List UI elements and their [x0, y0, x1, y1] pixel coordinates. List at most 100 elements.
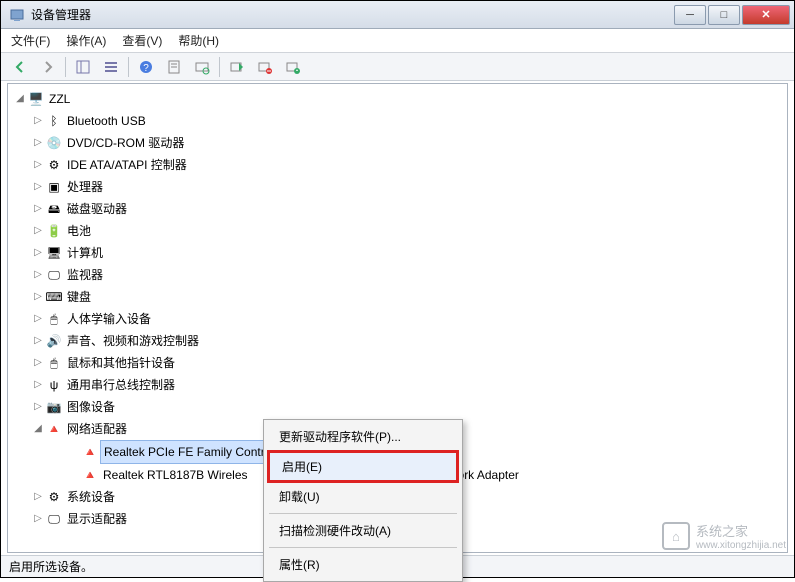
scan-button[interactable]	[191, 56, 213, 78]
expand-icon[interactable]: ▷	[32, 199, 44, 219]
category-label[interactable]: 图像设备	[64, 396, 118, 418]
tree-category[interactable]: ▷🖴磁盘驱动器	[32, 198, 785, 220]
toolbar-separator	[65, 57, 66, 77]
expand-icon[interactable]: ▷	[32, 331, 44, 351]
properties-button[interactable]	[163, 56, 185, 78]
menu-divider	[269, 513, 457, 514]
category-label[interactable]: 人体学输入设备	[64, 308, 154, 330]
category-label[interactable]: IDE ATA/ATAPI 控制器	[64, 154, 190, 176]
tree-category[interactable]: ▷⚙IDE ATA/ATAPI 控制器	[32, 154, 785, 176]
update-driver-button[interactable]	[282, 56, 304, 78]
expand-icon[interactable]: ▷	[32, 287, 44, 307]
collapse-icon[interactable]: ◢	[14, 89, 26, 109]
expand-icon[interactable]: ▷	[32, 487, 44, 507]
expand-icon[interactable]: ▷	[32, 177, 44, 197]
titlebar: 设备管理器 ─ □ ✕	[1, 1, 794, 29]
expand-icon[interactable]: ▷	[32, 133, 44, 153]
category-label[interactable]: 显示适配器	[64, 508, 130, 530]
tree-category[interactable]: ▷🖱鼠标和其他指针设备	[32, 352, 785, 374]
hid-icon: 🖱	[46, 311, 62, 327]
statusbar-text: 启用所选设备。	[9, 558, 93, 575]
category-label[interactable]: 计算机	[64, 242, 106, 264]
collapse-icon[interactable]: ◢	[32, 419, 44, 439]
device-label[interactable]: Realtek RTL8187B Wireles	[100, 464, 251, 486]
svg-text:?: ?	[143, 63, 149, 74]
tree-root[interactable]: ◢ 🖥️ ZZL	[14, 88, 785, 110]
minimize-button[interactable]: ─	[674, 5, 706, 25]
battery-icon: 🔋	[46, 223, 62, 239]
category-label[interactable]: 键盘	[64, 286, 94, 308]
tree-category[interactable]: ▷▣处理器	[32, 176, 785, 198]
expand-icon[interactable]: ▷	[32, 375, 44, 395]
mouse-icon: 🖱	[46, 355, 62, 371]
menu-uninstall[interactable]: 卸载(U)	[267, 483, 459, 510]
category-label[interactable]: 监视器	[64, 264, 106, 286]
category-label[interactable]: 鼠标和其他指针设备	[64, 352, 178, 374]
menu-help[interactable]: 帮助(H)	[178, 32, 219, 49]
help-button[interactable]: ?	[135, 56, 157, 78]
sound-icon: 🔊	[46, 333, 62, 349]
category-label[interactable]: 磁盘驱动器	[64, 198, 130, 220]
expand-icon[interactable]: ▷	[32, 353, 44, 373]
expand-icon[interactable]: ▷	[32, 155, 44, 175]
root-label[interactable]: ZZL	[46, 88, 73, 110]
tree-category[interactable]: ▷🔊声音、视频和游戏控制器	[32, 330, 785, 352]
computer-icon: 🖥️	[28, 91, 44, 107]
tree-category[interactable]: ▷📷图像设备	[32, 396, 785, 418]
tree-category[interactable]: ▷🔋电池	[32, 220, 785, 242]
close-button[interactable]: ✕	[742, 5, 790, 25]
menu-scan-hardware[interactable]: 扫描检测硬件改动(A)	[267, 517, 459, 544]
keyboard-icon: ⌨	[46, 289, 62, 305]
expand-icon[interactable]: ▷	[32, 111, 44, 131]
disk-icon: 🖴	[46, 201, 62, 217]
back-button[interactable]	[9, 56, 31, 78]
network-icon: 🔺	[46, 421, 62, 437]
tree-category[interactable]: ▷⌨键盘	[32, 286, 785, 308]
tree-category[interactable]: ▷🖥计算机	[32, 242, 785, 264]
expand-icon[interactable]: ▷	[32, 397, 44, 417]
window-controls: ─ □ ✕	[674, 5, 790, 25]
cpu-icon: ▣	[46, 179, 62, 195]
category-label[interactable]: Bluetooth USB	[64, 110, 149, 132]
menu-update-driver[interactable]: 更新驱动程序软件(P)...	[267, 423, 459, 450]
category-label[interactable]: 电池	[64, 220, 94, 242]
context-menu: 更新驱动程序软件(P)... 启用(E) 卸载(U) 扫描检测硬件改动(A) 属…	[263, 419, 463, 582]
menu-view[interactable]: 查看(V)	[122, 32, 162, 49]
tree-category[interactable]: ▷🖱人体学输入设备	[32, 308, 785, 330]
image-icon: 📷	[46, 399, 62, 415]
menu-divider	[269, 547, 457, 548]
view-list-button[interactable]	[100, 56, 122, 78]
expand-icon[interactable]: ▷	[32, 221, 44, 241]
device-label-suffix: ork Adapter	[455, 464, 522, 486]
expand-icon[interactable]: ▷	[32, 309, 44, 329]
tree-category[interactable]: ▷💿DVD/CD-ROM 驱动器	[32, 132, 785, 154]
system-icon: ⚙	[46, 489, 62, 505]
menu-action[interactable]: 操作(A)	[66, 32, 106, 49]
show-hide-tree-button[interactable]	[72, 56, 94, 78]
forward-button[interactable]	[37, 56, 59, 78]
computer-icon: 🖥	[46, 245, 62, 261]
category-label[interactable]: DVD/CD-ROM 驱动器	[64, 132, 187, 154]
bluetooth-icon: ᛒ	[46, 113, 62, 129]
category-label[interactable]: 系统设备	[64, 486, 118, 508]
expand-icon[interactable]: ▷	[32, 509, 44, 529]
category-label[interactable]: 声音、视频和游戏控制器	[64, 330, 202, 352]
tree-category[interactable]: ▷🖵监视器	[32, 264, 785, 286]
window-title: 设备管理器	[31, 6, 674, 23]
enable-device-button[interactable]	[226, 56, 248, 78]
tree-category[interactable]: ▷ᛒBluetooth USB	[32, 110, 785, 132]
expand-icon[interactable]: ▷	[32, 265, 44, 285]
category-label[interactable]: 处理器	[64, 176, 106, 198]
menu-properties[interactable]: 属性(R)	[267, 551, 459, 578]
expand-icon[interactable]: ▷	[32, 243, 44, 263]
uninstall-button[interactable]	[254, 56, 276, 78]
toolbar: ?	[1, 53, 794, 81]
monitor-icon: 🖵	[46, 267, 62, 283]
category-label[interactable]: 网络适配器	[64, 418, 130, 440]
menu-file[interactable]: 文件(F)	[11, 32, 50, 49]
category-label[interactable]: 通用串行总线控制器	[64, 374, 178, 396]
tree-category[interactable]: ▷ψ通用串行总线控制器	[32, 374, 785, 396]
menu-enable[interactable]: 启用(E)	[267, 450, 459, 483]
maximize-button[interactable]: □	[708, 5, 740, 25]
usb-icon: ψ	[46, 377, 62, 393]
